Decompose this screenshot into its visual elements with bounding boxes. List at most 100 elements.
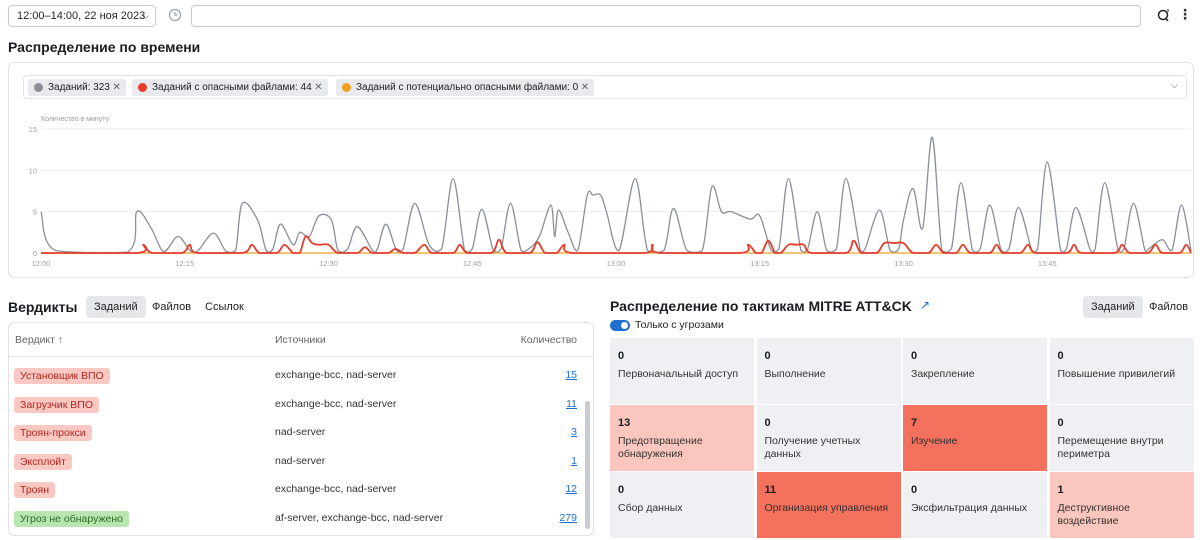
query-input[interactable] — [191, 5, 1141, 27]
tactic-count: 0 — [911, 484, 918, 496]
tab-links[interactable]: Ссылок — [197, 296, 252, 318]
tactic-count: 0 — [618, 350, 625, 362]
tactic-count: 0 — [1057, 417, 1064, 429]
time-range-select[interactable]: 12:00–14:00, 22 ноя 2023 ⌵ — [8, 5, 156, 27]
time-range-value: 12:00–14:00, 22 ноя 2023 — [17, 10, 146, 22]
x-tick-label: 13:00 — [607, 259, 626, 268]
tactic-count: 13 — [618, 417, 631, 429]
tab-files[interactable]: Файлов — [1141, 296, 1196, 318]
tactic-name: Первоначальный доступ — [618, 368, 739, 380]
tactic-cell[interactable]: 0 Перемещение внутри периметра — [1049, 405, 1194, 471]
x-tick-label: 12:30 — [319, 259, 338, 268]
verdict-badge[interactable]: Угроз не обнаружено — [14, 510, 129, 527]
time-distribution-chart: Количество в минуту 0 5 10 15 12:00 12:15 12:30… — [29, 116, 1192, 268]
sources-cell: exchange-bcc, nad-server — [275, 369, 397, 381]
verdicts-title: Вердикты — [8, 299, 78, 315]
verdicts-table: Вердикт ↑ Источники Количество Установщи… — [8, 322, 594, 536]
tab-files[interactable]: Файлов — [144, 296, 199, 318]
tactic-count: 0 — [764, 350, 771, 362]
tactic-cell[interactable]: 0 Выполнение — [756, 338, 901, 404]
column-header-sources: Источники — [275, 334, 326, 346]
external-link-icon[interactable]: ↗ — [920, 298, 930, 312]
query-language-icon[interactable] — [1156, 7, 1172, 23]
tactic-name: Закрепление — [911, 368, 975, 380]
column-header-verdict[interactable]: Вердикт ↑ — [15, 334, 63, 346]
x-tick-label: 13:15 — [750, 259, 769, 268]
tactic-cell[interactable]: 13 Предотвращение обнаружения — [610, 405, 754, 471]
column-label: Вердикт — [15, 334, 55, 346]
tab-tasks[interactable]: Заданий — [1083, 296, 1143, 318]
tactic-cell[interactable]: 0 Повышение привилегий — [1049, 338, 1194, 404]
table-row: Установщик ВПО exchange-bcc, nad-server 15 — [9, 361, 593, 389]
table-header: Вердикт ↑ Источники Количество — [9, 323, 593, 357]
count-link[interactable]: 15 — [565, 369, 577, 381]
x-tick-label: 12:00 — [32, 259, 51, 268]
y-tick-label: 5 — [33, 208, 37, 217]
table-row: Троян exchange-bcc, nad-server 12 — [9, 475, 593, 503]
tactic-cell[interactable]: 0 Закрепление — [903, 338, 1047, 404]
mitre-title: Распределение по тактикам MITRE ATT&CK — [610, 298, 912, 314]
tactic-name: Предотвращение обнаружения — [618, 435, 703, 460]
tactic-cell[interactable]: 0 Эксфильтрация данных — [903, 472, 1047, 538]
series-line — [40, 235, 1192, 254]
verdict-badge[interactable]: Установщик ВПО — [14, 368, 110, 384]
tactic-name: Перемещение внутри периметра — [1057, 435, 1164, 460]
tactic-count: 0 — [764, 417, 771, 429]
x-tick-label: 12:15 — [175, 259, 194, 268]
x-tick-label: 12:45 — [463, 259, 482, 268]
time-distribution-title: Распределение по времени — [8, 39, 201, 55]
tactic-cell[interactable]: 0 Первоначальный доступ — [610, 338, 754, 404]
tactic-name: Получение учетных данных — [764, 435, 861, 460]
tactic-name: Деструктивное воздействие — [1057, 502, 1130, 527]
tactic-cell[interactable]: 0 Сбор данных — [610, 472, 754, 538]
count-link[interactable]: 12 — [565, 483, 577, 495]
tactic-cell[interactable]: 0 Получение учетных данных — [756, 405, 901, 471]
sources-cell: nad-server — [275, 454, 326, 467]
count-link[interactable]: 3 — [571, 426, 577, 438]
sources-cell: exchange-bcc, nad-server — [275, 397, 397, 410]
tactic-count: 0 — [911, 350, 918, 362]
y-tick-label: 15 — [29, 125, 37, 134]
tactic-name: Изучение — [911, 435, 958, 447]
table-row: Эксплойт nad-server 1 — [9, 447, 593, 475]
threats-only-label: Только с угрозами — [635, 319, 724, 331]
tactic-cell[interactable]: 1 Деструктивное воздействие — [1049, 472, 1194, 538]
tactic-count: 0 — [618, 484, 625, 496]
count-link[interactable]: 11 — [566, 398, 577, 410]
tactic-cell[interactable]: 11 Организация управления — [756, 472, 901, 538]
y-tick-label: 0 — [33, 249, 37, 258]
sort-arrow-icon: ↑ — [57, 334, 64, 346]
series-line — [40, 136, 1192, 254]
more-options-icon[interactable]: ⋮ — [1178, 6, 1192, 23]
y-tick-label: 10 — [29, 166, 37, 175]
tactic-name: Эксфильтрация данных — [911, 502, 1028, 514]
table-row: Троян-прокси nad-server 3 — [9, 418, 593, 446]
y-axis-label: Количество в минуту — [41, 116, 110, 123]
tactic-cell[interactable]: 7 Изучение — [903, 405, 1047, 471]
sources-cell: nad-server — [275, 426, 326, 438]
clock-icon[interactable] — [168, 8, 182, 22]
tab-tasks[interactable]: Заданий — [86, 296, 146, 318]
chevron-down-icon: ⌵ — [142, 11, 149, 21]
threats-only-toggle[interactable] — [610, 320, 630, 331]
tactic-count: 7 — [911, 417, 918, 429]
count-link[interactable]: 1 — [571, 455, 577, 467]
verdict-badge[interactable]: Троян-прокси — [14, 425, 92, 441]
tactic-name: Повышение привилегий — [1057, 368, 1176, 380]
verdict-badge[interactable]: Троян — [14, 482, 55, 498]
time-distribution-panel: Заданий: 323 ✕ Заданий с опасными файлам… — [8, 62, 1194, 278]
tactic-count: 11 — [764, 484, 777, 496]
count-link[interactable]: 279 — [559, 512, 577, 524]
x-tick-label: 13:30 — [894, 259, 913, 268]
verdict-badge[interactable]: Загрузчик ВПО — [14, 396, 100, 413]
tactic-name: Организация управления — [764, 502, 889, 514]
table-row: Угроз не обнаружено af-server, exchange-b… — [9, 504, 593, 532]
table-row: Загрузчик ВПО exchange-bcc, nad-server 11 — [9, 390, 593, 418]
mitre-tactics-grid: 0 Первоначальный доступ 0 Выполнение 0 Закреп… — [610, 338, 1194, 538]
tactic-name: Сбор данных — [618, 502, 683, 514]
tactic-count: 0 — [1057, 350, 1064, 362]
tactic-name: Выполнение — [764, 368, 826, 380]
scrollbar[interactable] — [585, 401, 590, 529]
x-tick-label: 13:45 — [1038, 259, 1057, 268]
verdict-badge[interactable]: Эксплойт — [14, 453, 72, 470]
